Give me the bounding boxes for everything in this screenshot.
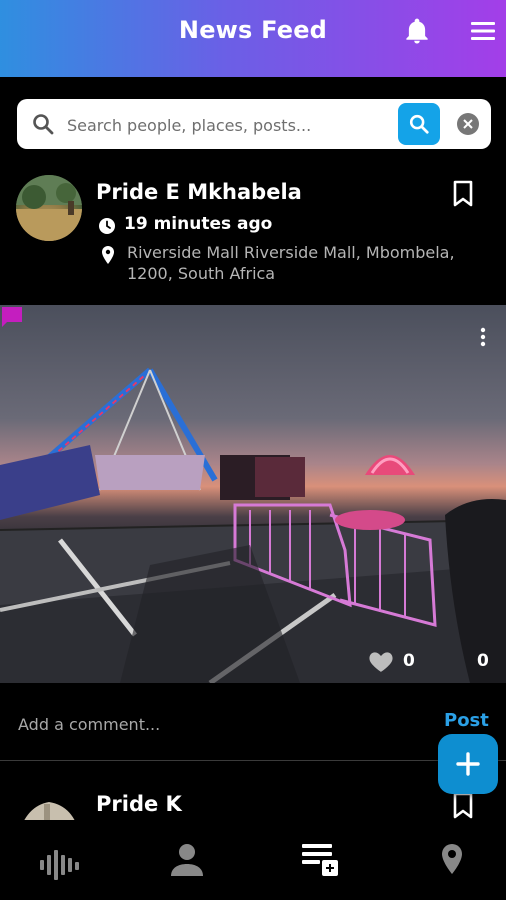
- plus-icon: [456, 752, 480, 776]
- post-image[interactable]: 0 0: [0, 305, 506, 683]
- divider: [0, 760, 506, 761]
- audio-icon[interactable]: [37, 838, 81, 882]
- clear-search-button[interactable]: [457, 113, 479, 135]
- bookmark-icon[interactable]: [452, 180, 474, 208]
- profile-icon[interactable]: [165, 838, 209, 882]
- feed-icon[interactable]: [298, 838, 342, 882]
- location-pin-icon: [102, 246, 114, 264]
- avatar[interactable]: [16, 175, 82, 241]
- search-input[interactable]: [65, 108, 399, 142]
- post-location[interactable]: Riverside Mall Riverside Mall, Mbombela,…: [127, 242, 477, 284]
- search-bar: [17, 99, 491, 149]
- location-icon[interactable]: [430, 838, 474, 882]
- close-icon: [463, 119, 473, 129]
- bell-icon[interactable]: [402, 16, 432, 46]
- author-name[interactable]: Pride K: [96, 792, 182, 816]
- more-options-icon[interactable]: [474, 325, 492, 349]
- heart-icon: [369, 652, 393, 672]
- comment-count: 0: [477, 651, 489, 671]
- post-time-text: 19 minutes ago: [124, 214, 273, 234]
- app-header: News Feed: [0, 0, 506, 77]
- post-comment-button[interactable]: Post: [444, 710, 489, 731]
- post-header: Pride E Mkhabela 19 minutes ago Riversid…: [0, 170, 506, 300]
- menu-icon[interactable]: [468, 18, 498, 44]
- carnival-photo: [0, 367, 506, 683]
- clock-icon: [99, 218, 115, 234]
- like-count: 0: [403, 651, 415, 671]
- bookmark-icon[interactable]: [452, 792, 474, 820]
- author-name[interactable]: Pride E Mkhabela: [96, 180, 302, 204]
- bottom-nav: [0, 820, 506, 900]
- create-post-button[interactable]: [438, 734, 498, 794]
- search-icon: [31, 112, 55, 136]
- comment-icon[interactable]: [0, 305, 24, 329]
- search-icon: [409, 114, 429, 134]
- comment-input[interactable]: [16, 710, 400, 738]
- comment-row: Post: [0, 690, 506, 760]
- search-button[interactable]: [398, 103, 440, 145]
